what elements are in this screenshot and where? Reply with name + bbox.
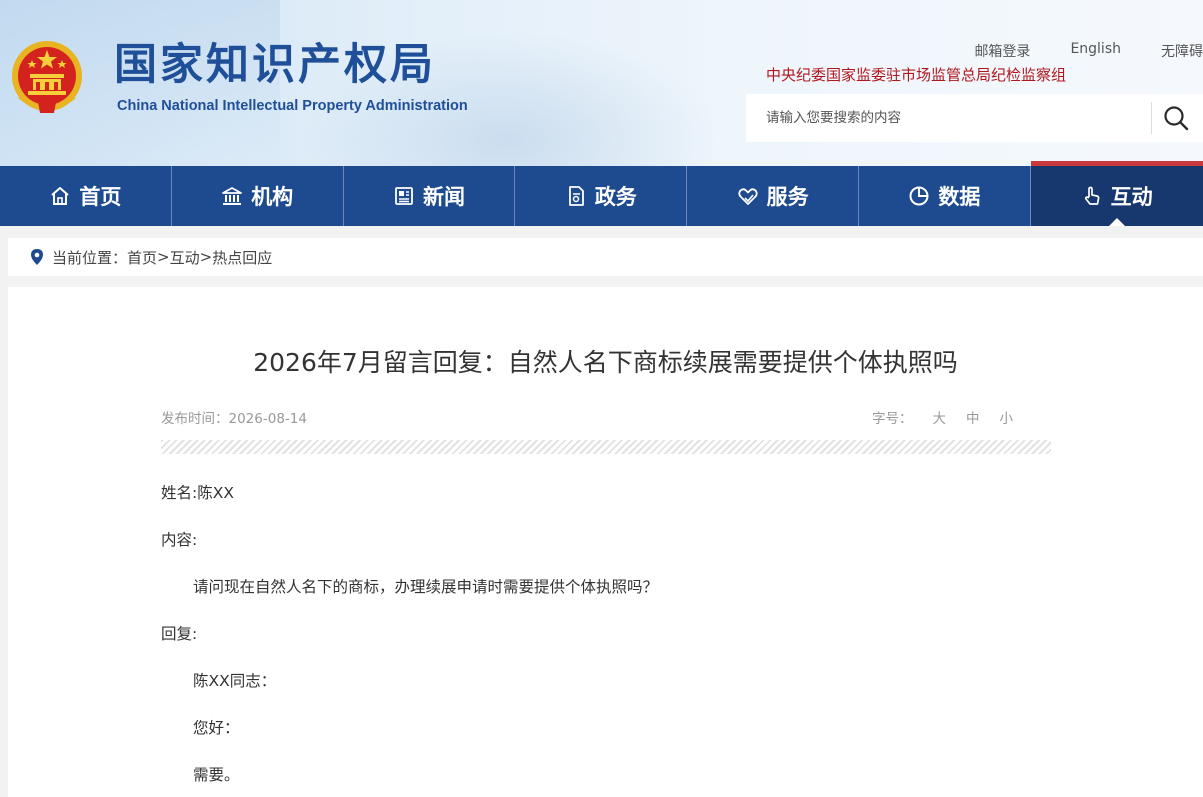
font-size-large-button[interactable]: 大 [933,407,947,427]
nav-item-home[interactable]: 首页 [0,166,172,226]
font-size-small-button[interactable]: 小 [1000,407,1014,427]
nav-label: 数据 [938,185,981,209]
breadcrumb-hot-response[interactable]: 热点回应 [212,247,272,268]
nav-item-government-affairs[interactable]: 政务 [515,166,688,226]
discipline-notice-link[interactable]: 中央纪委国家监委驻市场监管总局纪检监察组 [766,64,1066,85]
breadcrumb-separator: > [199,248,213,266]
article-content-label: 内容: [161,531,198,549]
font-size-controls: 字号： 大 中 小 [872,407,1013,427]
document-icon [568,186,584,206]
article-name-line: 姓名:陈XX [161,484,234,502]
site-header: 国家知识产权局 China National Intellectual Prop… [0,0,1203,166]
heart-hand-icon [737,188,758,205]
font-size-medium-button[interactable]: 中 [966,407,980,427]
nav-label: 互动 [1110,185,1153,209]
site-logo-title[interactable]: 国家知识产权局 [114,44,436,87]
article-reply-label: 回复: [161,625,198,643]
english-link[interactable]: English [1070,41,1121,61]
search-icon[interactable] [1162,104,1190,132]
hand-pointer-icon [1084,186,1100,205]
breadcrumb-prefix: 当前位置： [52,248,128,267]
nav-item-interaction[interactable]: 互动 [1030,161,1203,226]
article-question: 请问现在自然人名下的商标，办理续展申请时需要提供个体执照吗？ [193,578,659,596]
nav-label: 新闻 [422,185,465,209]
breadcrumb: 当前位置： 首页 > 互动 > 热点回应 [8,238,1203,276]
nav-item-institution[interactable]: 机构 [172,166,344,226]
breadcrumb-home[interactable]: 首页 [127,247,157,268]
publish-info: 发布时间：2026-08-14 [161,407,307,427]
email-login-link[interactable]: 邮箱登录 [974,41,1030,61]
accessibility-link[interactable]: 无障碍 [1161,41,1203,61]
pie-chart-icon [909,186,929,206]
top-links: 邮箱登录 English 无障碍 [974,41,1203,61]
nav-label: 首页 [79,185,122,209]
nav-label: 机构 [251,185,294,209]
nav-item-news[interactable]: 新闻 [344,166,516,226]
publish-label: 发布时间： [161,411,229,427]
location-pin-icon [31,249,43,265]
site-logo-subtitle[interactable]: China National Intellectual Property Adm… [117,98,468,114]
article-title: 2026年7月留言回复：自然人名下商标续展需要提供个体执照吗 [253,348,958,377]
news-icon [395,187,413,205]
national-emblem-icon[interactable] [10,38,84,116]
hatched-divider [161,440,1051,454]
search-input[interactable] [746,94,1146,142]
font-size-label: 字号： [872,411,913,427]
search-divider [1151,102,1152,134]
nav-item-services[interactable]: 服务 [687,166,859,226]
article-greeting: 您好： [193,719,240,737]
article-answer: 需要。 [193,766,240,784]
home-icon [51,187,70,205]
search-box [746,94,1203,142]
nav-item-data[interactable]: 数据 [859,166,1031,226]
main-nav: 首页 机构 新闻 政务 服务 数据 互动 [0,161,1203,226]
article-salutation: 陈XX同志： [193,672,277,690]
nav-label: 服务 [766,185,809,209]
nav-label: 政务 [594,185,637,209]
breadcrumb-separator: > [157,248,170,266]
publish-date: 2026-08-14 [228,411,307,427]
breadcrumb-interaction[interactable]: 互动 [170,247,200,268]
article-container: 2026年7月留言回复：自然人名下商标续展需要提供个体执照吗 发布时间：2026… [8,287,1203,797]
institution-icon [222,187,243,205]
